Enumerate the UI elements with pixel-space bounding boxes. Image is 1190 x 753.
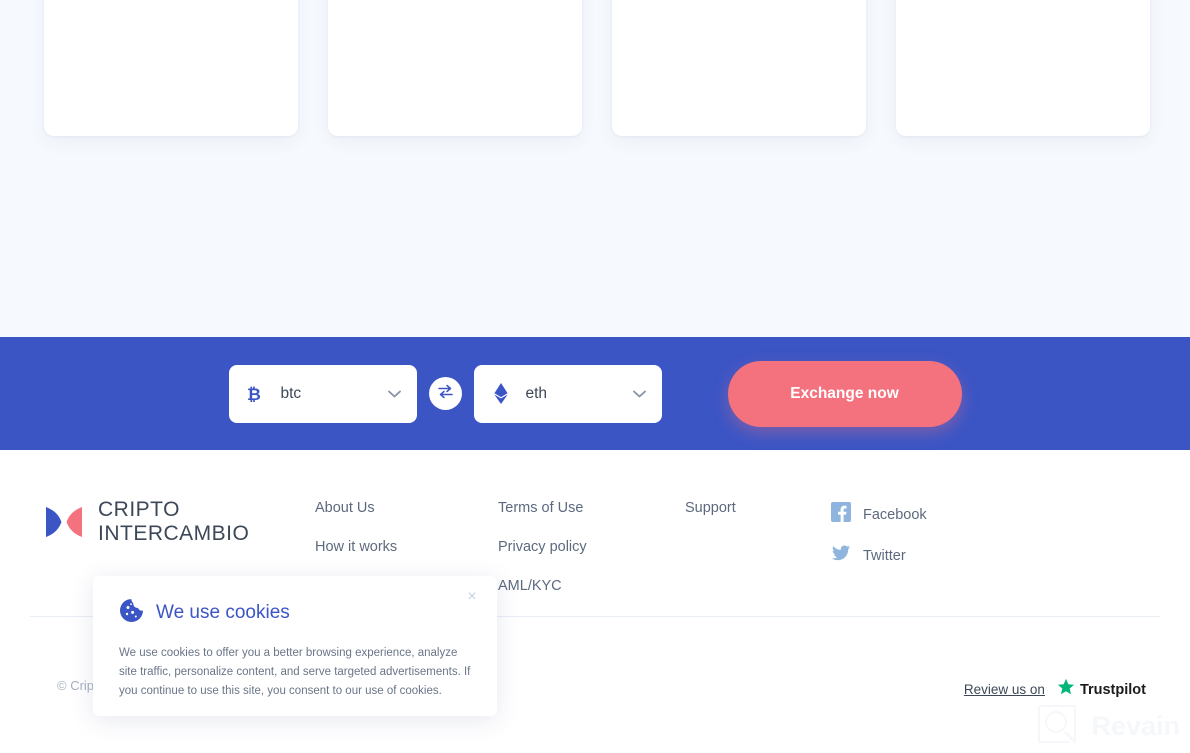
exchange-widget: ₿ btc eth Exchange now <box>228 360 962 427</box>
cripto-intercambio-logo-icon <box>44 503 84 541</box>
exchange-now-button[interactable]: Exchange now <box>727 360 962 427</box>
footer-social-links: Facebook Twitter <box>831 502 927 584</box>
revain-watermark-label: Revain <box>1091 711 1180 741</box>
cookie-banner-title: We use cookies <box>156 602 290 623</box>
review-card: Latam fast and anonymous cryptocurrency … <box>896 0 1150 136</box>
review-card: provides crypto exchange services for mo… <box>612 0 866 136</box>
footer-link-aml-kyc[interactable]: AML/KYC <box>498 578 587 594</box>
chevron-down-icon <box>632 385 646 403</box>
footer-logo-text: CRIPTO INTERCAMBIO <box>98 498 250 545</box>
footer-link-how-it-works[interactable]: How it works <box>315 539 397 555</box>
footer-logo[interactable]: CRIPTO INTERCAMBIO <box>44 498 249 546</box>
cookie-consent-banner: We use cookies We use cookies to offer y… <box>93 576 497 716</box>
reviews-row: access to over 100 crypto assets and Spa… <box>44 0 1150 136</box>
bitcoin-icon: ₿ <box>245 384 267 404</box>
footer-link-about-us[interactable]: About Us <box>315 500 397 516</box>
footer-link-terms-of-use[interactable]: Terms of Use <box>498 500 587 516</box>
close-icon[interactable]: × <box>463 588 481 606</box>
cookie-banner-header: We use cookies <box>119 598 471 628</box>
currency-select-from[interactable]: ₿ btc <box>228 364 417 423</box>
revain-watermark: Revain <box>1035 702 1180 751</box>
chevron-down-icon <box>387 385 401 403</box>
footer-column-3: Support <box>685 500 736 539</box>
social-link-facebook[interactable]: Facebook <box>831 502 927 527</box>
social-link-twitter[interactable]: Twitter <box>831 543 927 568</box>
reviews-section: access to over 100 crypto assets and Spa… <box>0 0 1190 337</box>
review-card: fácil, rápido y a la mejor tasa en Cript… <box>328 0 582 136</box>
footer-column-2: Terms of Use Privacy policy AML/KYC <box>498 500 587 617</box>
svg-text:₿: ₿ <box>247 385 261 404</box>
cookie-banner-body: We use cookies to offer you a better bro… <box>119 647 471 697</box>
review-us-on-label: Review us on <box>963 682 1045 697</box>
swap-currencies-button[interactable] <box>428 377 462 410</box>
page-root: access to over 100 crypto assets and Spa… <box>0 0 1190 753</box>
twitter-icon <box>831 543 851 568</box>
revain-logo-icon <box>1035 702 1079 751</box>
currency-select-to[interactable]: eth <box>473 364 662 423</box>
copyright-text: © Crip <box>57 678 95 693</box>
footer-link-privacy-policy[interactable]: Privacy policy <box>498 539 587 555</box>
facebook-icon <box>831 502 851 527</box>
cookie-icon <box>119 598 144 628</box>
swap-arrows-icon <box>437 383 454 405</box>
exchange-band: ₿ btc eth Exchange now <box>0 337 1190 450</box>
social-label-facebook: Facebook <box>863 506 927 523</box>
currency-to-label: eth <box>525 384 548 402</box>
footer-link-support[interactable]: Support <box>685 500 736 516</box>
trustpilot-star-icon <box>1057 678 1075 701</box>
footer-column-1: About Us How it works <box>315 500 397 578</box>
review-card: access to over 100 crypto assets and Spa… <box>44 0 298 136</box>
trustpilot-link[interactable]: Review us on Trustpilot <box>964 678 1146 701</box>
currency-from-label: btc <box>280 384 302 402</box>
trustpilot-name: Trustpilot <box>1079 681 1146 698</box>
social-label-twitter: Twitter <box>863 547 906 564</box>
ethereum-icon <box>490 383 512 404</box>
